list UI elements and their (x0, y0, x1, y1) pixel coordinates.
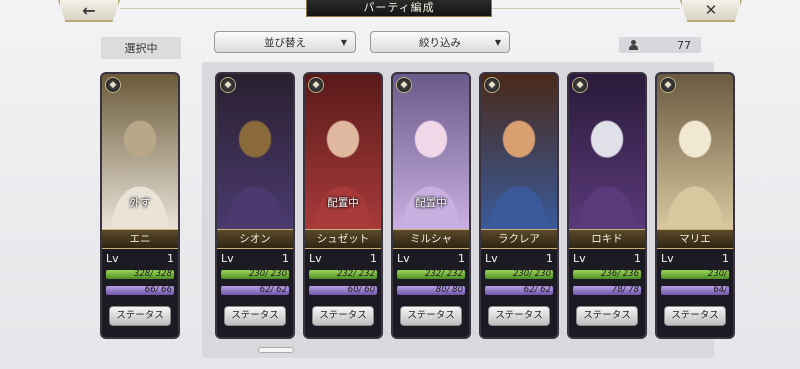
person-icon (629, 40, 638, 50)
level-row: Lv 1 (106, 252, 174, 266)
level-row: Lv 1 (221, 252, 289, 266)
character-card[interactable]: ◆ 配置中 ミルシャ Lv 1 232/ 232 80/ 80 ステータス (391, 72, 471, 339)
top-bar: ← パーティ編成 ✕ (0, 0, 800, 22)
character-name: ロキド (569, 229, 645, 249)
magic-orb-icon: ◆ (105, 77, 121, 93)
mp-value: 64/ (713, 285, 727, 295)
mp-value: 62/ 62 (523, 285, 551, 295)
status-button[interactable]: ステータス (224, 306, 286, 326)
level-value: 1 (282, 252, 289, 265)
level-label: Lv (573, 252, 586, 265)
page-title: パーティ編成 (306, 0, 492, 17)
staff-icon: ◆ (660, 77, 676, 93)
character-card[interactable]: ◆ ロキド Lv 1 236/ 236 78/ 78 ステータス (567, 72, 647, 339)
status-button[interactable]: ステータス (400, 306, 462, 326)
character-name: マリエ (657, 229, 733, 249)
status-button[interactable]: ステータス (312, 306, 374, 326)
character-name: エニ (102, 229, 178, 249)
close-button[interactable]: ✕ (680, 0, 742, 22)
character-portrait (569, 74, 645, 229)
mp-value: 66/ 66 (144, 285, 172, 295)
character-state: 外す (129, 197, 151, 209)
hp-value: 328/ 328 (133, 269, 172, 279)
hp-value: 236/ 236 (600, 269, 639, 279)
hp-value: 230/ 230 (248, 269, 287, 279)
character-card[interactable]: ◆ マリエ Lv 1 230/ 64/ ステータス (655, 72, 735, 339)
character-portrait (217, 74, 293, 229)
character-portrait (481, 74, 557, 229)
level-value: 1 (458, 252, 465, 265)
bow-icon: ◆ (308, 77, 324, 93)
character-card[interactable]: ◆ ラクレア Lv 1 230/ 230 62/ 62 ステータス (479, 72, 559, 339)
character-count: 77 (619, 37, 701, 53)
back-button[interactable]: ← (58, 0, 120, 22)
level-row: Lv 1 (573, 252, 641, 266)
selected-label: 選択中 (101, 37, 181, 59)
hp-value: 232/ 232 (424, 269, 463, 279)
mp-value: 62/ 62 (259, 285, 287, 295)
character-state: 配置中 (327, 197, 359, 209)
character-count-value: 77 (677, 38, 691, 52)
status-button[interactable]: ステータス (576, 306, 638, 326)
level-value: 1 (546, 252, 553, 265)
level-value: 1 (722, 252, 729, 265)
level-row: Lv 1 (485, 252, 553, 266)
sort-dropdown-label: 並び替え (264, 36, 306, 49)
level-value: 1 (370, 252, 377, 265)
mp-value: 78/ 78 (611, 285, 639, 295)
close-icon: ✕ (704, 1, 718, 19)
sword-icon: ◆ (220, 77, 236, 93)
filter-dropdown[interactable]: 絞り込み ▼ (370, 31, 510, 53)
level-label: Lv (485, 252, 498, 265)
character-card[interactable]: ◆ 配置中 シュゼット Lv 1 232/ 232 60/ 60 ステータス (303, 72, 383, 339)
level-value: 1 (167, 252, 174, 265)
hp-value: 232/ 232 (336, 269, 375, 279)
level-label: Lv (309, 252, 322, 265)
back-arrow-icon: ← (82, 0, 96, 20)
axe-icon: ◆ (572, 77, 588, 93)
sort-dropdown[interactable]: 並び替え ▼ (214, 31, 356, 53)
hp-value: 230/ 230 (512, 269, 551, 279)
level-row: Lv 1 (661, 252, 729, 266)
scrollbar-thumb[interactable] (258, 347, 294, 353)
character-name: シュゼット (305, 229, 381, 249)
status-button[interactable]: ステータス (488, 306, 550, 326)
level-label: Lv (221, 252, 234, 265)
mp-value: 60/ 60 (347, 285, 375, 295)
character-name: シオン (217, 229, 293, 249)
level-label: Lv (106, 252, 119, 265)
shield-icon: ◆ (484, 77, 500, 93)
level-label: Lv (397, 252, 410, 265)
chevron-down-icon: ▼ (340, 37, 347, 47)
hp-value: 230/ (707, 269, 727, 279)
bow-icon: ◆ (396, 77, 412, 93)
filter-dropdown-label: 絞り込み (419, 36, 461, 49)
status-button[interactable]: ステータス (664, 306, 726, 326)
level-label: Lv (661, 252, 674, 265)
chevron-down-icon: ▼ (494, 37, 501, 47)
character-card[interactable]: ◆ シオン Lv 1 230/ 230 62/ 62 ステータス (215, 72, 295, 339)
level-value: 1 (634, 252, 641, 265)
mp-value: 80/ 80 (435, 285, 463, 295)
selected-character-card[interactable]: ◆ 外す エニ Lv 1 328/ 328 66/ 66 ステータス (100, 72, 180, 339)
character-name: ミルシャ (393, 229, 469, 249)
status-button[interactable]: ステータス (109, 306, 171, 326)
character-state: 配置中 (415, 197, 447, 209)
character-name: ラクレア (481, 229, 557, 249)
level-row: Lv 1 (309, 252, 377, 266)
level-row: Lv 1 (397, 252, 465, 266)
character-portrait (657, 74, 733, 229)
